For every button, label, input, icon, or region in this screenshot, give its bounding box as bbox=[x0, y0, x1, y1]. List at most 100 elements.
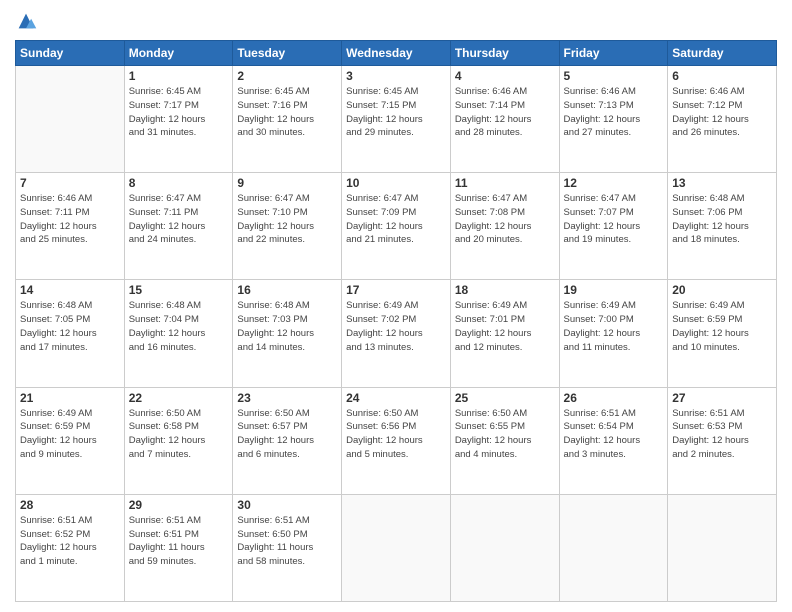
calendar-cell: 29 Sunrise: 6:51 AM Sunset: 6:51 PM Dayli… bbox=[124, 494, 233, 601]
day-number: 25 bbox=[455, 391, 555, 405]
calendar-body: 1 Sunrise: 6:45 AM Sunset: 7:17 PM Daylig… bbox=[16, 66, 777, 602]
day-info: Sunrise: 6:47 AM Sunset: 7:07 PM Dayligh… bbox=[564, 192, 664, 247]
day-info: Sunrise: 6:51 AM Sunset: 6:54 PM Dayligh… bbox=[564, 407, 664, 462]
calendar-cell: 6 Sunrise: 6:46 AM Sunset: 7:12 PM Daylig… bbox=[668, 66, 777, 173]
calendar-cell: 12 Sunrise: 6:47 AM Sunset: 7:07 PM Dayli… bbox=[559, 173, 668, 280]
day-info: Sunrise: 6:49 AM Sunset: 7:02 PM Dayligh… bbox=[346, 299, 446, 354]
day-number: 29 bbox=[129, 498, 229, 512]
calendar-cell: 15 Sunrise: 6:48 AM Sunset: 7:04 PM Dayli… bbox=[124, 280, 233, 387]
header-row: SundayMondayTuesdayWednesdayThursdayFrid… bbox=[16, 41, 777, 66]
week-row-4: 21 Sunrise: 6:49 AM Sunset: 6:59 PM Dayli… bbox=[16, 387, 777, 494]
header-day-friday: Friday bbox=[559, 41, 668, 66]
day-info: Sunrise: 6:50 AM Sunset: 6:56 PM Dayligh… bbox=[346, 407, 446, 462]
page: SundayMondayTuesdayWednesdayThursdayFrid… bbox=[0, 0, 792, 612]
day-number: 2 bbox=[237, 69, 337, 83]
day-info: Sunrise: 6:46 AM Sunset: 7:12 PM Dayligh… bbox=[672, 85, 772, 140]
calendar-cell: 18 Sunrise: 6:49 AM Sunset: 7:01 PM Dayli… bbox=[450, 280, 559, 387]
calendar-cell: 30Sunrise: 6:51 AM Sunset: 6:50 PM Dayli… bbox=[233, 494, 342, 601]
day-number: 6 bbox=[672, 69, 772, 83]
calendar-cell bbox=[16, 66, 125, 173]
day-number: 21 bbox=[20, 391, 120, 405]
day-number: 27 bbox=[672, 391, 772, 405]
week-row-1: 1 Sunrise: 6:45 AM Sunset: 7:17 PM Daylig… bbox=[16, 66, 777, 173]
day-info: Sunrise: 6:48 AM Sunset: 7:05 PM Dayligh… bbox=[20, 299, 120, 354]
day-number: 23 bbox=[237, 391, 337, 405]
calendar-cell: 27 Sunrise: 6:51 AM Sunset: 6:53 PM Dayli… bbox=[668, 387, 777, 494]
day-info: Sunrise: 6:49 AM Sunset: 6:59 PM Dayligh… bbox=[672, 299, 772, 354]
calendar-cell: 13 Sunrise: 6:48 AM Sunset: 7:06 PM Dayli… bbox=[668, 173, 777, 280]
calendar-header: SundayMondayTuesdayWednesdayThursdayFrid… bbox=[16, 41, 777, 66]
day-info: Sunrise: 6:45 AM Sunset: 7:16 PM Dayligh… bbox=[237, 85, 337, 140]
day-info: Sunrise: 6:50 AM Sunset: 6:58 PM Dayligh… bbox=[129, 407, 229, 462]
calendar-cell bbox=[668, 494, 777, 601]
week-row-2: 7 Sunrise: 6:46 AM Sunset: 7:11 PM Daylig… bbox=[16, 173, 777, 280]
day-number: 4 bbox=[455, 69, 555, 83]
calendar-cell bbox=[342, 494, 451, 601]
calendar-cell: 1 Sunrise: 6:45 AM Sunset: 7:17 PM Daylig… bbox=[124, 66, 233, 173]
day-number: 8 bbox=[129, 176, 229, 190]
day-info: Sunrise: 6:49 AM Sunset: 6:59 PM Dayligh… bbox=[20, 407, 120, 462]
week-row-3: 14Sunrise: 6:48 AM Sunset: 7:05 PM Dayli… bbox=[16, 280, 777, 387]
day-info: Sunrise: 6:47 AM Sunset: 7:10 PM Dayligh… bbox=[237, 192, 337, 247]
calendar-cell bbox=[559, 494, 668, 601]
day-number: 9 bbox=[237, 176, 337, 190]
calendar-cell: 14Sunrise: 6:48 AM Sunset: 7:05 PM Dayli… bbox=[16, 280, 125, 387]
calendar-cell: 19 Sunrise: 6:49 AM Sunset: 7:00 PM Dayli… bbox=[559, 280, 668, 387]
day-info: Sunrise: 6:51 AM Sunset: 6:53 PM Dayligh… bbox=[672, 407, 772, 462]
day-number: 24 bbox=[346, 391, 446, 405]
day-number: 5 bbox=[564, 69, 664, 83]
calendar-cell: 5 Sunrise: 6:46 AM Sunset: 7:13 PM Daylig… bbox=[559, 66, 668, 173]
day-number: 12 bbox=[564, 176, 664, 190]
day-number: 18 bbox=[455, 283, 555, 297]
day-info: Sunrise: 6:45 AM Sunset: 7:15 PM Dayligh… bbox=[346, 85, 446, 140]
day-info: Sunrise: 6:51 AM Sunset: 6:52 PM Dayligh… bbox=[20, 514, 120, 569]
calendar-cell: 21 Sunrise: 6:49 AM Sunset: 6:59 PM Dayli… bbox=[16, 387, 125, 494]
calendar-table: SundayMondayTuesdayWednesdayThursdayFrid… bbox=[15, 40, 777, 602]
day-info: Sunrise: 6:49 AM Sunset: 7:01 PM Dayligh… bbox=[455, 299, 555, 354]
day-number: 11 bbox=[455, 176, 555, 190]
day-number: 7 bbox=[20, 176, 120, 190]
day-info: Sunrise: 6:46 AM Sunset: 7:14 PM Dayligh… bbox=[455, 85, 555, 140]
day-number: 28 bbox=[20, 498, 120, 512]
calendar-cell: 20 Sunrise: 6:49 AM Sunset: 6:59 PM Dayli… bbox=[668, 280, 777, 387]
day-number: 15 bbox=[129, 283, 229, 297]
day-info: Sunrise: 6:45 AM Sunset: 7:17 PM Dayligh… bbox=[129, 85, 229, 140]
calendar-cell: 17 Sunrise: 6:49 AM Sunset: 7:02 PM Dayli… bbox=[342, 280, 451, 387]
calendar-cell: 7 Sunrise: 6:46 AM Sunset: 7:11 PM Daylig… bbox=[16, 173, 125, 280]
calendar-cell: 4 Sunrise: 6:46 AM Sunset: 7:14 PM Daylig… bbox=[450, 66, 559, 173]
day-number: 30 bbox=[237, 498, 337, 512]
day-info: Sunrise: 6:46 AM Sunset: 7:13 PM Dayligh… bbox=[564, 85, 664, 140]
calendar-cell: 11 Sunrise: 6:47 AM Sunset: 7:08 PM Dayli… bbox=[450, 173, 559, 280]
day-info: Sunrise: 6:50 AM Sunset: 6:57 PM Dayligh… bbox=[237, 407, 337, 462]
day-info: Sunrise: 6:47 AM Sunset: 7:09 PM Dayligh… bbox=[346, 192, 446, 247]
day-number: 1 bbox=[129, 69, 229, 83]
day-number: 16 bbox=[237, 283, 337, 297]
calendar-cell: 10 Sunrise: 6:47 AM Sunset: 7:09 PM Dayli… bbox=[342, 173, 451, 280]
day-number: 3 bbox=[346, 69, 446, 83]
day-info: Sunrise: 6:47 AM Sunset: 7:11 PM Dayligh… bbox=[129, 192, 229, 247]
day-number: 17 bbox=[346, 283, 446, 297]
header-day-thursday: Thursday bbox=[450, 41, 559, 66]
calendar-cell: 3 Sunrise: 6:45 AM Sunset: 7:15 PM Daylig… bbox=[342, 66, 451, 173]
day-info: Sunrise: 6:51 AM Sunset: 6:51 PM Dayligh… bbox=[129, 514, 229, 569]
day-number: 19 bbox=[564, 283, 664, 297]
day-info: Sunrise: 6:48 AM Sunset: 7:06 PM Dayligh… bbox=[672, 192, 772, 247]
day-number: 13 bbox=[672, 176, 772, 190]
header-day-monday: Monday bbox=[124, 41, 233, 66]
day-info: Sunrise: 6:47 AM Sunset: 7:08 PM Dayligh… bbox=[455, 192, 555, 247]
calendar-cell: 24 Sunrise: 6:50 AM Sunset: 6:56 PM Dayli… bbox=[342, 387, 451, 494]
logo bbox=[15, 10, 39, 32]
day-info: Sunrise: 6:49 AM Sunset: 7:00 PM Dayligh… bbox=[564, 299, 664, 354]
day-info: Sunrise: 6:48 AM Sunset: 7:03 PM Dayligh… bbox=[237, 299, 337, 354]
calendar-cell: 23 Sunrise: 6:50 AM Sunset: 6:57 PM Dayli… bbox=[233, 387, 342, 494]
day-info: Sunrise: 6:46 AM Sunset: 7:11 PM Dayligh… bbox=[20, 192, 120, 247]
day-number: 10 bbox=[346, 176, 446, 190]
calendar-cell: 25Sunrise: 6:50 AM Sunset: 6:55 PM Dayli… bbox=[450, 387, 559, 494]
day-info: Sunrise: 6:48 AM Sunset: 7:04 PM Dayligh… bbox=[129, 299, 229, 354]
header bbox=[15, 10, 777, 32]
header-day-tuesday: Tuesday bbox=[233, 41, 342, 66]
week-row-5: 28 Sunrise: 6:51 AM Sunset: 6:52 PM Dayli… bbox=[16, 494, 777, 601]
header-day-saturday: Saturday bbox=[668, 41, 777, 66]
header-day-wednesday: Wednesday bbox=[342, 41, 451, 66]
day-number: 20 bbox=[672, 283, 772, 297]
